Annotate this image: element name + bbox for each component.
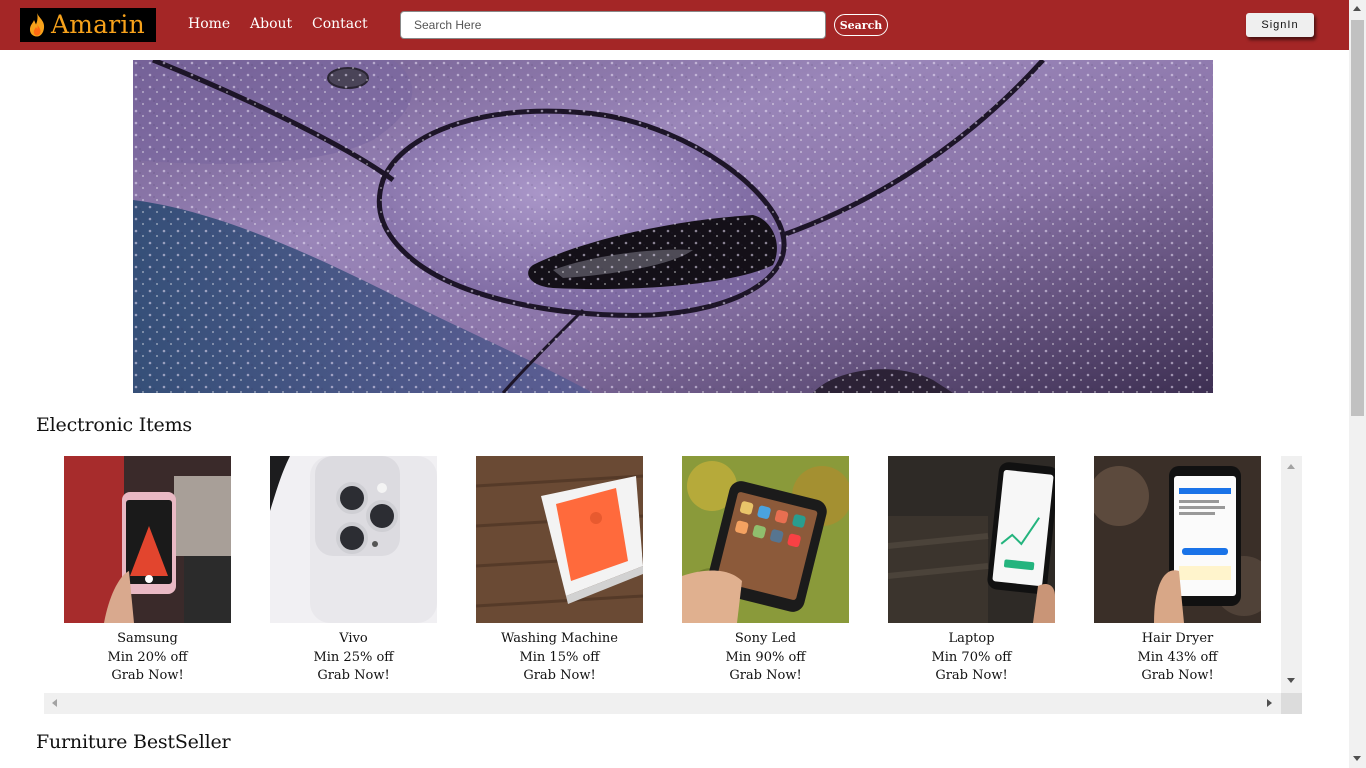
product-offer: Min 70% off bbox=[931, 649, 1012, 665]
grab-now-link[interactable]: Grab Now! bbox=[64, 667, 231, 686]
product-image-vivo bbox=[270, 456, 437, 623]
grab-now-link[interactable]: Grab Now! bbox=[888, 667, 1055, 686]
product-name: Samsung bbox=[117, 631, 178, 646]
product-name: Hair Dryer bbox=[1141, 631, 1214, 646]
nav-link-about[interactable]: About bbox=[250, 16, 292, 32]
top-navbar: Amarin Home About Contact Search SignIn bbox=[0, 0, 1349, 50]
product-offer: Min 43% off bbox=[1137, 649, 1218, 665]
row-horizontal-scrollbar[interactable] bbox=[44, 693, 1281, 714]
scroll-up-arrow-icon[interactable] bbox=[1287, 464, 1295, 469]
section-title-furniture: Furniture BestSeller bbox=[36, 731, 231, 753]
page-scroll-down-icon[interactable] bbox=[1353, 756, 1361, 761]
product-name: Laptop bbox=[948, 631, 995, 646]
product-card-hair-dryer[interactable]: Hair Dryer Min 43% off Grab Now! bbox=[1094, 456, 1261, 686]
hero-banner-image bbox=[133, 60, 1213, 393]
product-offer: Min 15% off bbox=[519, 649, 600, 665]
product-card-vivo[interactable]: Vivo Min 25% off Grab Now! bbox=[270, 456, 437, 686]
product-card-samsung[interactable]: Samsung Min 20% off Grab Now! bbox=[64, 456, 231, 686]
product-name: Vivo bbox=[339, 631, 368, 646]
grab-now-link[interactable]: Grab Now! bbox=[270, 667, 437, 686]
scroll-right-arrow-icon[interactable] bbox=[1267, 699, 1272, 707]
page-scroll-up-icon[interactable] bbox=[1353, 6, 1361, 11]
product-image-samsung bbox=[64, 456, 231, 623]
page-scroll-thumb[interactable] bbox=[1351, 20, 1364, 416]
electronics-scroll-row[interactable]: Samsung Min 20% off Grab Now! Vivo Min 2… bbox=[44, 456, 1302, 714]
brand-logo[interactable]: Amarin bbox=[20, 8, 156, 42]
product-image-washing-machine bbox=[476, 456, 643, 623]
grab-now-link[interactable]: Grab Now! bbox=[682, 667, 849, 686]
product-card-sony-led[interactable]: Sony Led Min 90% off Grab Now! bbox=[682, 456, 849, 686]
product-image-sony-led bbox=[682, 456, 849, 623]
product-image-hair-dryer bbox=[1094, 456, 1261, 623]
search-button[interactable]: Search bbox=[834, 14, 888, 36]
signin-button[interactable]: SignIn bbox=[1246, 13, 1314, 37]
grab-now-link[interactable]: Grab Now! bbox=[476, 667, 643, 686]
product-card-washing-machine[interactable]: Washing Machine Min 15% off Grab Now! bbox=[476, 456, 643, 686]
product-name: Sony Led bbox=[734, 631, 797, 646]
grab-now-link[interactable]: Grab Now! bbox=[1094, 667, 1261, 686]
flame-icon bbox=[29, 13, 45, 37]
product-image-laptop bbox=[888, 456, 1055, 623]
search-input[interactable] bbox=[400, 11, 826, 39]
page-scrollbar[interactable] bbox=[1349, 0, 1366, 768]
product-card-laptop[interactable]: Laptop Min 70% off Grab Now! bbox=[888, 456, 1055, 686]
brand-name: Amarin bbox=[51, 10, 145, 39]
nav-link-home[interactable]: Home bbox=[188, 16, 230, 32]
product-offer: Min 25% off bbox=[313, 649, 394, 665]
nav-link-contact[interactable]: Contact bbox=[312, 16, 368, 32]
scrollbar-corner bbox=[1281, 693, 1302, 714]
scroll-down-arrow-icon[interactable] bbox=[1287, 678, 1295, 683]
section-title-electronics: Electronic Items bbox=[36, 414, 192, 436]
car-headlight-image bbox=[133, 60, 1213, 393]
product-offer: Min 20% off bbox=[107, 649, 188, 665]
product-offer: Min 90% off bbox=[725, 649, 806, 665]
scroll-left-arrow-icon[interactable] bbox=[52, 699, 57, 707]
product-name: Washing Machine bbox=[501, 631, 618, 646]
row-vertical-scrollbar[interactable] bbox=[1281, 456, 1302, 693]
